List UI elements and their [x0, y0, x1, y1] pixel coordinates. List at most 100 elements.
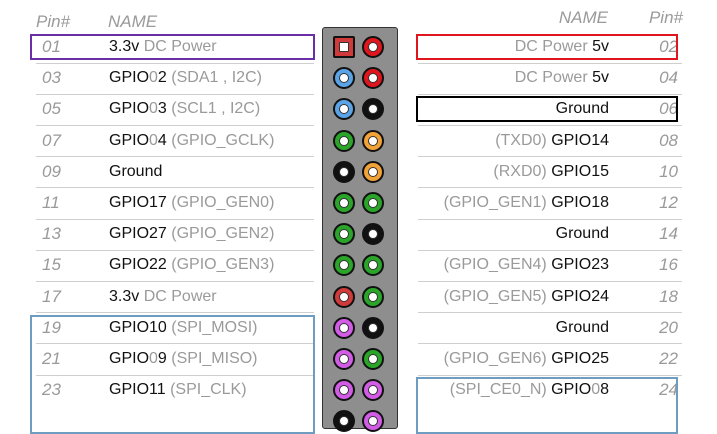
row-divider	[418, 125, 682, 126]
pin-function: (GPIO_GEN4)	[443, 256, 552, 274]
row-divider	[418, 249, 682, 251]
right-pin-number: 16	[659, 255, 678, 275]
row-divider	[36, 125, 314, 126]
pin-label: Ground	[109, 162, 163, 180]
row-divider	[418, 312, 682, 314]
left-pin-name: 3.3v DC Power	[109, 285, 217, 309]
row-divider	[418, 281, 682, 282]
highlight-box	[30, 314, 315, 434]
pin-spi-icon	[362, 410, 384, 433]
pin-label: Ground	[555, 225, 609, 243]
row-divider	[36, 249, 314, 251]
left-name-header: NAME	[108, 12, 158, 31]
row-divider	[418, 187, 682, 189]
pin-gpio-icon	[362, 285, 384, 308]
right-pin-number: 14	[659, 224, 678, 244]
right-pin-header: Pin#	[648, 8, 683, 27]
pin-spi-icon	[333, 316, 355, 339]
pin-spi-icon	[333, 348, 355, 370]
right-pin-number: 22	[659, 349, 678, 368]
pin-function: DC Power	[139, 287, 217, 305]
left-pin-number: 05	[42, 99, 61, 119]
left-pin-name: Ground	[109, 160, 162, 184]
left-pin-number: 17	[42, 286, 61, 306]
pin-label: GPIO22	[109, 256, 167, 274]
pin-ground-icon	[333, 160, 355, 183]
right-pin-name: (TXD0) GPIO14	[495, 129, 609, 153]
pin-label: GPIO25	[551, 350, 609, 367]
right-pin-number: 12	[659, 193, 678, 212]
row-divider	[36, 187, 314, 189]
right-pin-number: 04	[659, 68, 678, 88]
left-pin-name: GPIO03 (SCL1 , I2C)	[109, 97, 260, 121]
row-divider	[36, 62, 314, 64]
highlight-box	[30, 34, 315, 60]
pin-label: Ground	[555, 318, 609, 336]
pin-ground-icon	[333, 410, 355, 433]
right-pin-number: 20	[659, 317, 678, 337]
row-divider	[418, 93, 682, 95]
right-pin-name: DC Power 5v	[515, 66, 609, 90]
pin-gpio-icon	[362, 348, 384, 370]
pin-label: GPIO14	[551, 131, 609, 149]
pin-function: (GPIO_GEN3)	[166, 256, 275, 274]
left-pin-number: 11	[42, 193, 60, 212]
right-pin-name: (GPIO_GEN6) GPIO25	[444, 347, 609, 371]
row-divider	[36, 312, 314, 314]
pin-ground-icon	[362, 316, 384, 339]
pin-label: GPIO18	[551, 194, 609, 211]
pin-function: (SCL1 , I2C)	[166, 100, 261, 118]
pin-label: 3.3v	[109, 287, 140, 305]
row-divider	[36, 156, 314, 158]
pin-function: (GPIO_GEN2)	[166, 225, 275, 243]
highlight-box	[416, 96, 678, 123]
pin-function: (GPIO_GEN1)	[443, 194, 552, 211]
left-pin-header: Pin#	[36, 12, 71, 31]
pin-function: (GPIO_GCLK)	[166, 131, 275, 149]
pin-label-dim: 0	[149, 69, 158, 87]
left-pin-name: GPIO17 (GPIO_GEN0)	[109, 191, 274, 215]
pin-label: GPIO23	[551, 256, 609, 274]
right-pin-name: (GPIO_GEN1) GPIO18	[444, 191, 609, 215]
highlight-box	[416, 34, 678, 60]
left-pin-name: GPIO04 (GPIO_GCLK)	[109, 129, 274, 153]
pin-power-3v3-icon	[333, 36, 355, 58]
right-pin-number: 08	[659, 130, 678, 150]
right-name-header: NAME	[558, 8, 608, 27]
right-pin-number: 10	[659, 161, 678, 181]
right-pin-name: Ground	[556, 222, 609, 246]
pin-function: (RXD0)	[493, 162, 552, 180]
left-pin-number: 15	[42, 255, 61, 275]
right-pin-name: (GPIO_GEN5) GPIO24	[444, 285, 609, 309]
row-divider	[418, 374, 682, 376]
left-pin-number: 07	[42, 130, 61, 150]
row-divider	[36, 93, 314, 95]
left-pin-number: 03	[42, 68, 61, 88]
right-pin-name: (RXD0) GPIO15	[493, 160, 609, 184]
right-pin-name: Ground	[556, 316, 609, 340]
pin-gpio-icon	[333, 192, 355, 214]
pin-function: (GPIO_GEN5)	[443, 287, 552, 305]
left-pin-number: 09	[42, 161, 61, 181]
pin-gpio-icon	[362, 192, 384, 214]
row-divider	[36, 281, 314, 282]
pin-label: GPIO24	[551, 287, 609, 305]
pin-label: 5v	[592, 69, 609, 87]
row-divider	[418, 343, 682, 345]
left-pin-name: GPIO22 (GPIO_GEN3)	[109, 253, 274, 277]
pin-function: (SDA1 , I2C)	[166, 69, 262, 87]
row-divider	[418, 218, 682, 220]
left-pin-number: 13	[42, 224, 61, 244]
pin-uart-icon	[362, 129, 384, 152]
pin-label: GPIO	[109, 131, 150, 149]
pin-power-3v3-icon	[333, 285, 355, 308]
pin-function: (GPIO_GEN6)	[443, 350, 552, 367]
pin-function: (GPIO_GEN0)	[166, 194, 275, 211]
right-pin-number: 18	[659, 286, 678, 306]
pin-gpio-icon	[333, 129, 355, 152]
highlight-box	[416, 377, 678, 434]
pin-label: GPIO	[109, 69, 150, 87]
pin-power-5v-icon	[362, 36, 384, 58]
row-divider	[418, 156, 682, 158]
left-pin-name: GPIO27 (GPIO_GEN2)	[109, 222, 274, 246]
